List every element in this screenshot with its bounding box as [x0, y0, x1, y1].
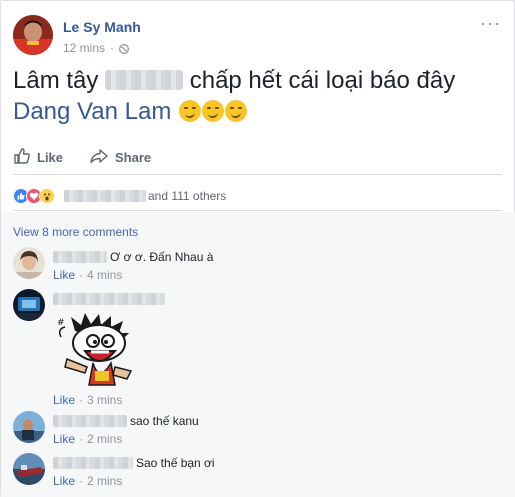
comment-separator: ·	[79, 393, 84, 407]
comment-text: Sao thế bạn ơi	[136, 456, 215, 470]
post-text-part2: chấp hết cái loại báo đây	[189, 67, 456, 94]
reaction-summary[interactable]: and 111 others	[56, 189, 226, 203]
wow-icon	[39, 187, 55, 204]
more-options-icon[interactable]: ···	[480, 14, 500, 33]
comment-like-link[interactable]: Like	[53, 474, 75, 488]
share-label: Share	[115, 150, 152, 165]
smirk-emoji-icon	[179, 100, 201, 122]
comments-section: View 8 more comments Ơ ơ ơ. Đấn Nhau à L…	[1, 212, 515, 497]
post-card: Le Sy Manh 12 mins · ··· Lâm tây chấp hế…	[0, 0, 515, 497]
reactions-bar: and 111 others	[13, 181, 502, 211]
comment-time[interactable]: 2 mins	[87, 432, 122, 446]
smirk-emoji-icon	[225, 100, 247, 122]
comment-like-link[interactable]: Like	[53, 432, 75, 446]
comment-body: sao thế kanu Like · 2 mins	[53, 413, 473, 446]
comment-text: Ơ ơ ơ. Đấn Nhau à	[110, 250, 214, 264]
comment-time[interactable]: 4 mins	[87, 268, 122, 282]
like-label: Like	[37, 150, 64, 165]
comment-separator: ·	[79, 474, 84, 488]
author-avatar[interactable]	[13, 15, 53, 55]
comment-body: Ơ ơ ơ. Đấn Nhau à Like · 4 mins	[53, 249, 473, 282]
comment-like-link[interactable]: Like	[53, 268, 75, 282]
commenter-name[interactable]	[53, 457, 133, 469]
smirk-emoji-icon	[202, 100, 224, 122]
mention-link[interactable]: Dang Van Lam	[13, 98, 171, 125]
post-text-part1: Lâm tây	[13, 67, 99, 94]
share-arrow-icon	[89, 147, 109, 168]
sticker-image: #	[53, 311, 143, 387]
comment-item: Ơ ơ ơ. Đấn Nhau à Like · 4 mins	[13, 247, 493, 283]
post-header: Le Sy Manh 12 mins · ···	[13, 13, 502, 63]
author-name[interactable]: Le Sy Manh	[63, 19, 141, 35]
blurred-name	[105, 70, 184, 90]
comment-body	[53, 291, 473, 307]
reaction-others-count: and 111 others	[148, 188, 227, 203]
reaction-icons[interactable]	[13, 187, 55, 204]
thumbs-up-icon	[13, 147, 31, 168]
svg-text:#: #	[57, 318, 65, 328]
commenter-avatar[interactable]	[13, 411, 45, 443]
commenter-avatar[interactable]	[13, 453, 45, 485]
commenter-name[interactable]	[53, 415, 127, 427]
globe-icon	[119, 43, 130, 55]
share-button[interactable]: Share	[89, 147, 151, 168]
commenter-avatar[interactable]	[13, 247, 45, 279]
comment-item: # Like · 3 mins	[13, 289, 493, 407]
comment-item: sao thế kanu Like · 2 mins	[13, 411, 493, 447]
meta-separator: ·	[110, 41, 115, 55]
post-time[interactable]: 12 mins	[63, 41, 105, 55]
commenter-avatar[interactable]	[13, 289, 45, 321]
commenter-name[interactable]	[53, 293, 165, 305]
post-actions: Like Share	[13, 141, 502, 175]
blurred-names	[64, 189, 146, 202]
like-button[interactable]: Like	[13, 147, 63, 168]
view-more-comments-link[interactable]: View 8 more comments	[13, 225, 138, 239]
comment-separator: ·	[79, 268, 84, 282]
commenter-name[interactable]	[53, 251, 107, 263]
comment-time[interactable]: 2 mins	[87, 474, 122, 488]
comment-time[interactable]: 3 mins	[87, 393, 122, 407]
comment-like-link[interactable]: Like	[53, 393, 75, 407]
post-meta: 12 mins ·	[63, 41, 130, 55]
comment-text: sao thế kanu	[130, 414, 199, 428]
comment-item: Sao thế bạn ơi Like · 2 mins	[13, 453, 493, 489]
comment-meta: Like · 3 mins	[53, 393, 122, 407]
post-text: Lâm tây chấp hết cái loại báo đây Dang V…	[13, 65, 502, 127]
comment-separator: ·	[79, 432, 84, 446]
comment-body: Sao thế bạn ơi Like · 2 mins	[53, 455, 473, 488]
